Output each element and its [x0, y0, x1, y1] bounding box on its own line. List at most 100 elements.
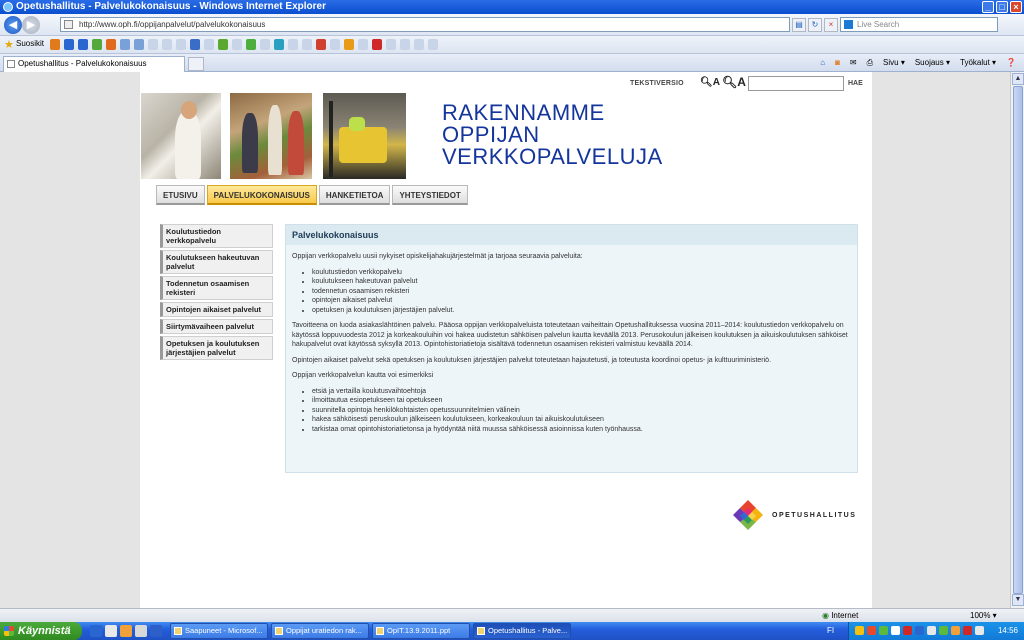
nav-tab-yhteystiedot[interactable]: YHTEYSTIEDOT — [392, 185, 468, 205]
scrollbar-thumb[interactable] — [1013, 86, 1023, 594]
side-nav-item[interactable]: Opintojen aikaiset palvelut — [160, 302, 273, 317]
site-search-button[interactable]: HAE — [848, 80, 863, 87]
task-button[interactable]: OpIT.13.9.2011.ppt — [372, 623, 470, 639]
quick-launch-explorer-icon[interactable] — [135, 625, 147, 637]
command-page[interactable]: Sivu ▾ — [883, 56, 905, 70]
refresh-icon[interactable]: ↻ — [808, 18, 822, 32]
vertical-scrollbar[interactable]: ▲ ▼ — [1010, 72, 1024, 608]
back-button[interactable]: ◀ — [4, 16, 22, 34]
tray-icon[interactable] — [963, 626, 972, 635]
window-title: Opetushallitus - Palvelukokonaisuus - Wi… — [16, 1, 326, 12]
mail-icon[interactable]: ✉ — [850, 56, 857, 70]
fav-link-icon[interactable] — [134, 39, 144, 50]
zoom-level[interactable]: 100% ▾ — [970, 609, 997, 622]
language-indicator[interactable]: FI — [827, 622, 834, 640]
goal-paragraph: Tavoitteena on luoda asiakaslähtöinen pa… — [292, 322, 848, 348]
tray-icon[interactable] — [903, 626, 912, 635]
quick-launch-desktop-icon[interactable] — [105, 625, 117, 637]
fav-link-icon[interactable] — [302, 39, 312, 50]
quick-launch-ie-icon[interactable] — [90, 625, 102, 637]
address-bar[interactable]: http://www.oph.fi/oppijanpalvelut/palvel… — [60, 17, 790, 32]
quick-launch-word-icon[interactable] — [150, 625, 162, 637]
fav-link-icon[interactable] — [372, 39, 382, 50]
fav-link-icon[interactable] — [120, 39, 130, 50]
stop-icon[interactable]: × — [824, 18, 838, 32]
zoom-out-icon[interactable]: 🔍︎A — [700, 77, 720, 88]
fav-link-icon[interactable] — [92, 39, 102, 50]
fav-link-icon[interactable] — [148, 39, 158, 50]
tray-icon[interactable] — [975, 626, 984, 635]
fav-link-icon[interactable] — [288, 39, 298, 50]
search-input[interactable]: Live Search — [840, 17, 998, 32]
fav-link-icon[interactable] — [232, 39, 242, 50]
fav-link-icon[interactable] — [330, 39, 340, 50]
tray-icon[interactable] — [855, 626, 864, 635]
scroll-down-icon[interactable]: ▼ — [1012, 594, 1024, 606]
side-nav-item[interactable]: Koulutustiedon verkkopalvelu — [160, 224, 273, 248]
scroll-up-icon[interactable]: ▲ — [1012, 73, 1024, 85]
close-button[interactable]: × — [1010, 1, 1022, 13]
side-nav-item[interactable]: Todennetun osaamisen rekisteri — [160, 276, 273, 300]
headline-line: VERKKOPALVELUJA — [442, 144, 663, 169]
feeds-icon[interactable]: ◙ — [835, 56, 840, 70]
fav-link-icon[interactable] — [190, 39, 200, 50]
nav-tab-hanketietoa[interactable]: HANKETIETOA — [318, 185, 391, 205]
command-tools[interactable]: Työkalut ▾ — [960, 56, 996, 70]
task-button-active[interactable]: Opetushallitus - Palve... — [473, 623, 571, 639]
site-search-input[interactable] — [748, 76, 844, 91]
fav-link-icon[interactable] — [428, 39, 438, 50]
fav-link-icon[interactable] — [106, 39, 116, 50]
minimize-button[interactable]: _ — [982, 1, 994, 13]
fav-link-icon[interactable] — [386, 39, 396, 50]
tray-icon[interactable] — [879, 626, 888, 635]
task-button[interactable]: Saapuneet - Microsof... — [170, 623, 268, 639]
fav-link-icon[interactable] — [358, 39, 368, 50]
clock[interactable]: 14:56 — [998, 622, 1018, 640]
print-icon[interactable]: ⎙ — [867, 56, 873, 70]
fav-link-icon[interactable] — [344, 39, 354, 50]
main-navigation: ETUSIVU PALVELUKOKONAISUUS HANKETIETOA Y… — [156, 185, 468, 205]
window-title-bar[interactable]: Opetushallitus - Palvelukokonaisuus - Wi… — [0, 0, 1024, 14]
fav-link-icon[interactable] — [218, 39, 228, 50]
quick-launch-outlook-icon[interactable] — [120, 625, 132, 637]
fav-link-icon[interactable] — [246, 39, 256, 50]
nav-tab-palvelukokonaisuus[interactable]: PALVELUKOKONAISUUS — [206, 185, 317, 205]
favorites-star-icon[interactable]: ★ — [4, 38, 14, 51]
fav-link-icon[interactable] — [176, 39, 186, 50]
browser-tab[interactable]: Opetushallitus - Palvelukokonaisuus — [3, 56, 185, 72]
tray-icon[interactable] — [951, 626, 960, 635]
tray-icon[interactable] — [939, 626, 948, 635]
fav-link-icon[interactable] — [64, 39, 74, 50]
task-button[interactable]: Oppijat uratiedon rak... — [271, 623, 369, 639]
side-nav-item[interactable]: Koulutukseen hakeutuvan palvelut — [160, 250, 273, 274]
fav-link-icon[interactable] — [78, 39, 88, 50]
forward-button[interactable]: ▶ — [22, 16, 40, 34]
tray-icon[interactable] — [915, 626, 924, 635]
text-version-link[interactable]: TEKSTIVERSIO — [630, 80, 684, 87]
favorites-label[interactable]: Suosikit — [16, 39, 44, 48]
fav-link-icon[interactable] — [260, 39, 270, 50]
fav-link-icon[interactable] — [50, 39, 60, 50]
fav-link-icon[interactable] — [274, 39, 284, 50]
nav-tab-etusivu[interactable]: ETUSIVU — [156, 185, 205, 205]
maximize-button[interactable]: □ — [996, 1, 1008, 13]
start-button[interactable]: Käynnistä — [0, 622, 82, 640]
tray-icon[interactable] — [891, 626, 900, 635]
new-tab-button[interactable] — [188, 57, 204, 71]
command-safety[interactable]: Suojaus ▾ — [915, 56, 950, 70]
tray-icon[interactable] — [927, 626, 936, 635]
fav-link-icon[interactable] — [400, 39, 410, 50]
side-nav-item[interactable]: Opetuksen ja koulutuksen järjestäjien pa… — [160, 336, 273, 360]
side-nav-item[interactable]: Siirtymävaiheen palvelut — [160, 319, 273, 334]
compat-view-icon[interactable]: ▤ — [792, 18, 806, 32]
zoom-in-icon[interactable]: 🔍︎A — [722, 75, 746, 89]
fav-link-icon[interactable] — [204, 39, 214, 50]
help-icon[interactable]: ❓ — [1006, 56, 1016, 70]
fav-link-icon[interactable] — [316, 39, 326, 50]
fav-link-icon[interactable] — [414, 39, 424, 50]
opetushallitus-logo[interactable]: OPETUSHALLITUS — [732, 499, 856, 531]
home-icon[interactable]: ⌂ — [820, 56, 825, 70]
fav-link-icon[interactable] — [162, 39, 172, 50]
content-body: Oppijan verkkopalvelu uusii nykyiset opi… — [286, 245, 857, 434]
tray-icon[interactable] — [867, 626, 876, 635]
